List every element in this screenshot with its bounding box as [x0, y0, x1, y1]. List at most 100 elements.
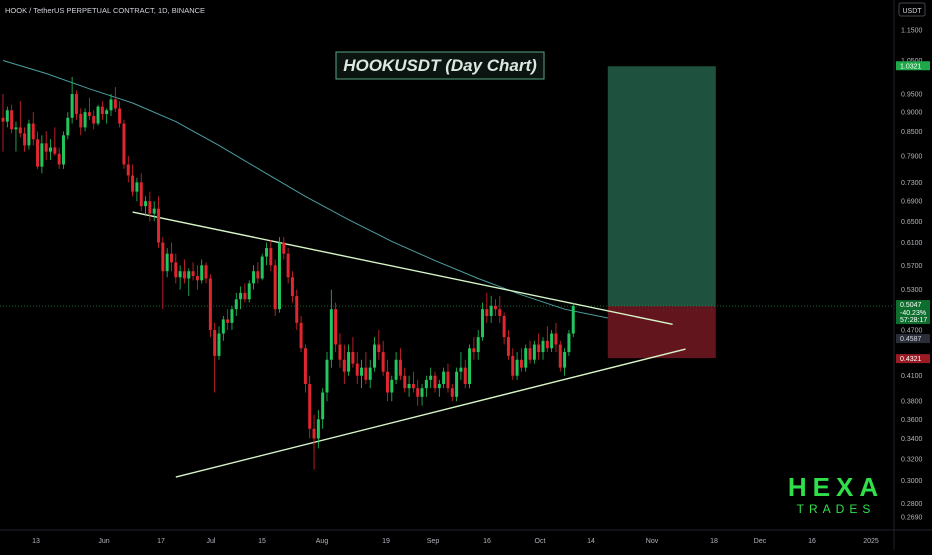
price-label: 0.4587 — [900, 336, 922, 343]
candle — [524, 344, 528, 372]
candle-body — [182, 271, 186, 279]
candle-body — [66, 117, 70, 136]
candle-body — [135, 182, 139, 192]
candle-body — [364, 367, 368, 380]
candle-body — [44, 143, 48, 152]
time-tick-label: 17 — [157, 538, 165, 545]
candle-body — [502, 315, 506, 338]
candle-body — [463, 367, 467, 385]
candle-body — [87, 112, 91, 116]
candle-body — [450, 388, 454, 397]
candle-body — [295, 296, 299, 323]
chart-container: HOOK / TetherUS PERPETUAL CONTRACT, 1D, … — [0, 0, 932, 550]
candle-body — [329, 309, 333, 360]
candle-body — [545, 340, 549, 349]
price-tick-label: 0.5700 — [901, 263, 923, 270]
candle-body — [18, 127, 22, 134]
candle-body — [334, 309, 338, 345]
candle-body — [144, 201, 148, 207]
candle-body — [342, 359, 346, 372]
price-tick-label: 0.4100 — [901, 373, 923, 380]
candle-body — [407, 384, 411, 389]
candle-body — [187, 271, 191, 279]
candle-body — [105, 110, 109, 115]
price-label: 57:28:17 — [900, 317, 927, 324]
candle-body — [493, 305, 497, 310]
candle-body — [208, 278, 212, 330]
candle-body — [459, 367, 463, 372]
candle-body — [53, 147, 57, 154]
time-tick-label: 18 — [710, 538, 718, 545]
candle-body — [385, 371, 389, 393]
watermark-line2: TRADES — [797, 502, 876, 516]
time-tick-label: Nov — [646, 538, 659, 545]
candle-body — [113, 99, 117, 109]
candle-body — [61, 135, 65, 165]
candle-body — [325, 359, 329, 393]
candle-body — [489, 305, 493, 316]
currency-badge-label: USDT — [902, 8, 922, 15]
candle-body — [446, 371, 450, 389]
candle-body — [321, 392, 325, 420]
candle-body — [122, 123, 126, 165]
candle-body — [308, 384, 312, 429]
time-tick-label: Oct — [535, 538, 546, 545]
price-tick-label: 0.7300 — [901, 180, 923, 187]
candle-body — [36, 139, 40, 167]
candle-body — [481, 309, 485, 338]
candle-body — [139, 182, 143, 207]
candle — [247, 280, 251, 303]
candle-body — [398, 359, 402, 376]
price-tick-label: 0.2690 — [901, 515, 923, 522]
time-tick-label: 13 — [32, 538, 40, 545]
candle-body — [381, 352, 385, 372]
candle-body — [506, 337, 510, 356]
time-tick-label: Aug — [316, 538, 329, 545]
candle-body — [558, 344, 562, 368]
watermark: HEXA TRADES — [788, 472, 878, 516]
candle-body — [347, 352, 351, 372]
candle-body — [355, 363, 359, 376]
time-tick-label: 19 — [382, 538, 390, 545]
candle-body — [74, 94, 78, 115]
price-tick-label: 0.6500 — [901, 219, 923, 226]
candle-body — [239, 292, 243, 300]
candle-body — [420, 388, 424, 397]
candle-body — [286, 253, 290, 278]
candle-body — [31, 123, 35, 140]
price-label: 0.4321 — [900, 356, 922, 363]
candle-body — [217, 333, 221, 356]
candle — [61, 131, 65, 169]
candle-body — [390, 379, 394, 393]
candle-body — [303, 348, 307, 385]
candle — [260, 253, 264, 281]
candle-body — [472, 348, 476, 353]
time-tick-label: 16 — [483, 538, 491, 545]
candle-body — [49, 147, 53, 152]
candle-body — [213, 329, 217, 356]
candle-body — [524, 348, 528, 368]
candle-body — [442, 371, 446, 385]
price-tick-label: 0.6100 — [901, 240, 923, 247]
candle — [571, 302, 575, 338]
candle-body — [532, 344, 536, 360]
candle-body — [83, 112, 87, 128]
candle-body — [92, 115, 96, 124]
time-tick-label: Sep — [427, 538, 440, 545]
candle-body — [498, 309, 502, 316]
time-tick-label: Jul — [207, 538, 216, 545]
candle-body — [226, 319, 230, 323]
candle-body — [411, 384, 415, 389]
candle-body — [437, 384, 441, 389]
candle-body — [27, 123, 31, 146]
candle-body — [234, 299, 238, 310]
candle-body — [243, 292, 247, 300]
candle-body — [360, 367, 364, 376]
candle-body — [351, 352, 355, 364]
profit-zone — [607, 66, 716, 307]
candle — [122, 119, 126, 169]
time-tick-label: 16 — [808, 538, 816, 545]
candle — [558, 340, 562, 372]
candle-body — [256, 271, 260, 279]
candle-body — [273, 265, 277, 310]
